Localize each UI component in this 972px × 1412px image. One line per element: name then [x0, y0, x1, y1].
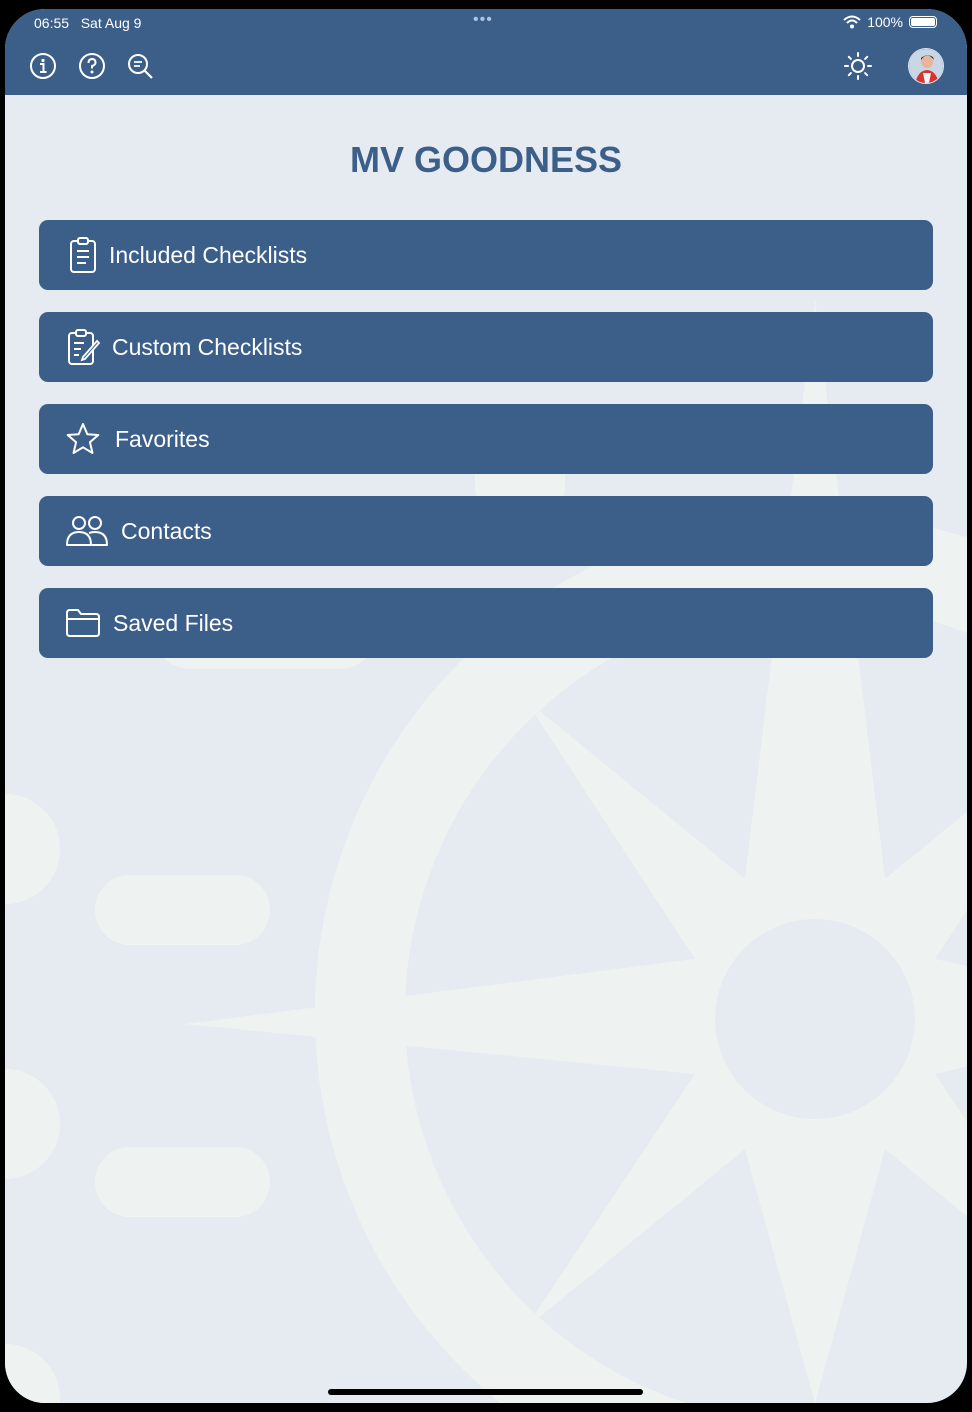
info-button[interactable]: [28, 51, 58, 81]
wifi-icon: [843, 15, 861, 29]
battery-icon: [909, 16, 937, 28]
custom-checklists-button[interactable]: Custom Checklists: [39, 312, 933, 382]
included-checklists-button[interactable]: Included Checklists: [39, 220, 933, 290]
avatar[interactable]: [908, 48, 944, 84]
menu-item-label: Saved Files: [113, 609, 234, 636]
help-button[interactable]: [77, 51, 107, 81]
home-indicator[interactable]: [328, 1389, 643, 1395]
battery-percent: 100%: [867, 14, 903, 30]
status-date: Sat Aug 9: [80, 15, 142, 31]
page-title: MV GOODNESS: [349, 139, 623, 180]
menu-item-label: Included Checklists: [109, 241, 308, 268]
saved-files-button[interactable]: Saved Files: [39, 588, 933, 658]
menu-item-label: Contacts: [121, 517, 212, 544]
info-icon: [30, 53, 56, 79]
favorites-button[interactable]: Favorites: [39, 404, 933, 474]
status-indicators: 100%: [843, 14, 937, 30]
top-bar: 06:55 Sat Aug 9 ••• 100%: [5, 9, 967, 95]
compass-watermark: [5, 299, 967, 1403]
people-icon: [63, 511, 111, 551]
brightness-button[interactable]: [843, 51, 873, 81]
menu-item-label: Custom Checklists: [112, 333, 303, 360]
clipboard-icon: [63, 235, 103, 275]
multitask-dots-icon[interactable]: •••: [473, 11, 493, 29]
search-icon: [128, 54, 153, 79]
menu-item-label: Favorites: [115, 425, 210, 452]
help-icon: [79, 53, 105, 79]
search-button[interactable]: [125, 51, 155, 81]
app-screen: 06:55 Sat Aug 9 ••• 100% MV GOODNESS Inc…: [5, 9, 967, 1403]
folder-icon: [63, 603, 103, 643]
status-time: 06:55 Sat Aug 9: [34, 15, 141, 31]
status-clock: 06:55: [34, 15, 70, 31]
profile-photo-icon: [909, 49, 943, 83]
clipboard-edit-icon: [63, 327, 103, 367]
contacts-button[interactable]: Contacts: [39, 496, 933, 566]
brightness-icon: [844, 52, 872, 80]
star-icon: [63, 419, 103, 459]
